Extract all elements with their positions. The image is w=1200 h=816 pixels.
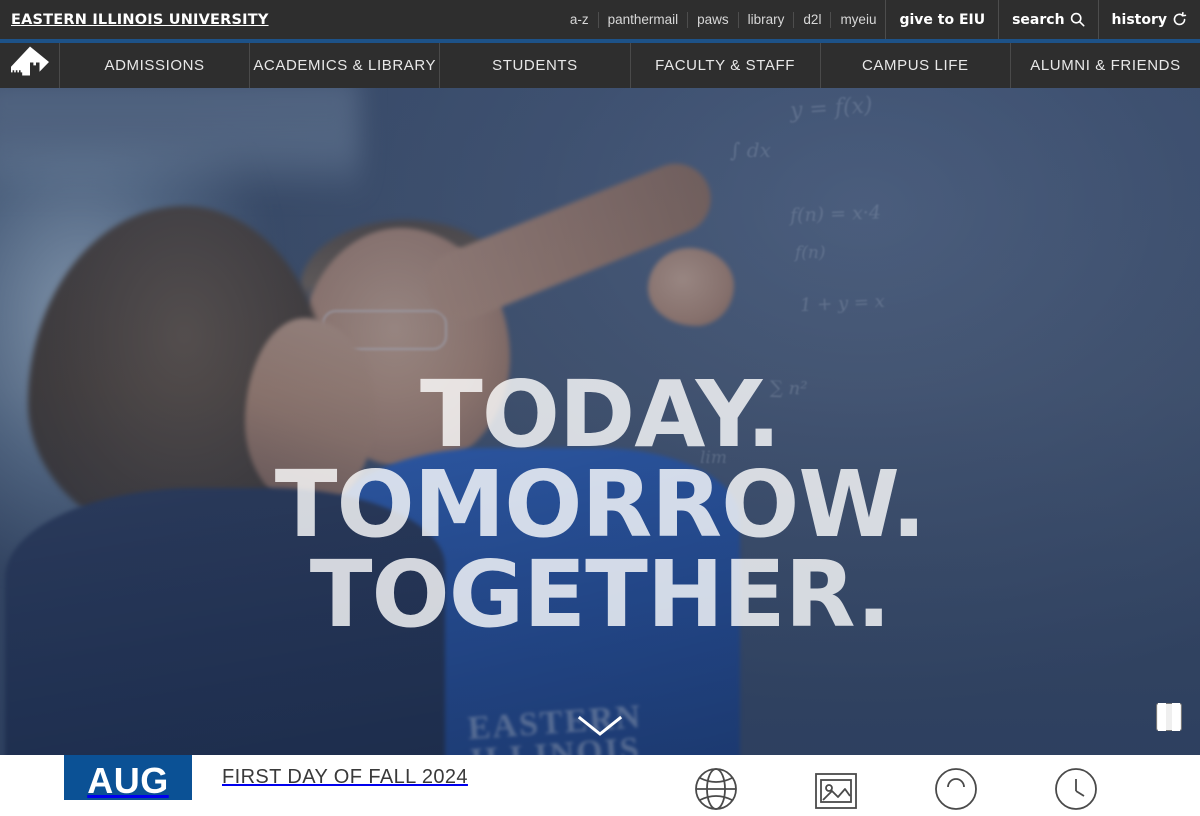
hero-banner: y = f(x)∫ dxf(n) = x·4f(n)1 + y = x∑ n²l…	[0, 88, 1200, 755]
globe-icon	[694, 767, 738, 816]
search-icon	[1070, 12, 1085, 27]
search-button[interactable]: search	[999, 0, 1099, 39]
util-link-d2l[interactable]: d2l	[794, 11, 832, 28]
pause-icon[interactable]	[1156, 703, 1182, 731]
utility-bar: EASTERN ILLINOIS UNIVERSITY a-z pantherm…	[0, 0, 1200, 39]
event-card[interactable]: AUG FIRST DAY OF FALL 2024	[64, 755, 468, 800]
nav-item-admissions[interactable]: ADMISSIONS	[60, 43, 251, 88]
news-image-icon	[814, 771, 858, 816]
utility-action-group: give to EIU search history	[885, 0, 1200, 39]
nav-item-academics-library[interactable]: ACADEMICS & LIBRARY	[250, 43, 441, 88]
circle-outline-2-icon	[1054, 767, 1098, 816]
quicklink-circle-1[interactable]	[896, 755, 1016, 810]
quicklink-circle-2[interactable]	[1016, 755, 1136, 810]
home-button[interactable]	[0, 43, 60, 88]
util-link-myeiu[interactable]: myeiu	[831, 12, 885, 28]
chevron-down-icon[interactable]	[577, 715, 623, 737]
utility-links: a-z panthermail paws library d2l myeiu	[561, 0, 886, 39]
util-link-library[interactable]: library	[739, 11, 795, 28]
site-wordmark[interactable]: EASTERN ILLINOIS UNIVERSITY	[11, 12, 269, 28]
eiu-home-castle-icon	[10, 46, 50, 85]
hero-headline-line-1: TODAY.	[419, 361, 781, 468]
event-date-box: AUG	[64, 755, 192, 800]
hero-headline-line-3: TOGETHER.	[309, 541, 891, 649]
quicklink-news[interactable]	[776, 755, 896, 809]
give-to-eiu-button[interactable]: give to EIU	[886, 0, 1000, 39]
event-month: AUG	[87, 760, 169, 801]
bottom-strip: AUG FIRST DAY OF FALL 2024	[0, 755, 1200, 810]
quicklink-globe[interactable]	[656, 755, 776, 810]
util-link-paws[interactable]: paws	[688, 11, 739, 28]
event-title: FIRST DAY OF FALL 2024	[222, 766, 468, 788]
quicklinks	[656, 755, 1200, 810]
main-navigation: ADMISSIONS ACADEMICS & LIBRARY STUDENTS …	[0, 43, 1200, 88]
pause-bar-right	[1172, 703, 1180, 731]
nav-item-students[interactable]: STUDENTS	[440, 43, 631, 88]
pause-bar-left	[1158, 703, 1166, 731]
give-to-eiu-label: give to EIU	[899, 11, 986, 28]
util-link-panthermail[interactable]: panthermail	[599, 11, 689, 28]
hero-headline-line-2: TOMORROW.	[274, 451, 927, 559]
history-button[interactable]: history	[1099, 0, 1200, 39]
history-icon	[1172, 12, 1187, 27]
nav-item-campus-life[interactable]: CAMPUS LIFE	[821, 43, 1011, 88]
history-label: history	[1111, 11, 1167, 28]
hero-headline: TODAY. TOMORROW. TOGETHER.	[0, 361, 1200, 649]
nav-item-faculty-staff[interactable]: FACULTY & STAFF	[631, 43, 821, 88]
search-label: search	[1012, 11, 1065, 28]
util-link-a-z[interactable]: a-z	[561, 11, 599, 28]
nav-item-alumni-friends[interactable]: ALUMNI & FRIENDS	[1011, 43, 1200, 88]
circle-outline-icon	[934, 767, 978, 816]
utility-nav-right: a-z panthermail paws library d2l myeiu g…	[561, 0, 1200, 39]
